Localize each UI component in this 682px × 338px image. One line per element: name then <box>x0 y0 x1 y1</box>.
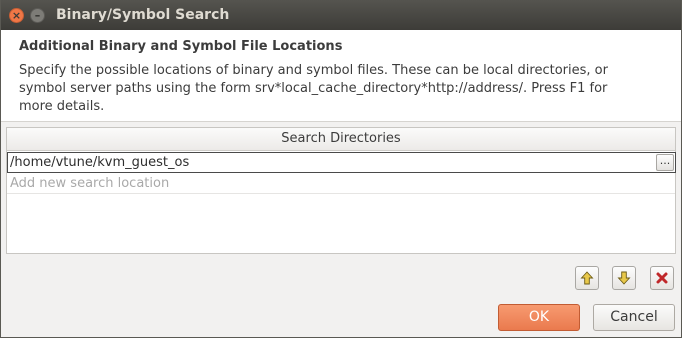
header-description: Specify the possible locations of binary… <box>19 62 659 116</box>
move-down-button[interactable] <box>612 266 636 290</box>
dialog-header: Additional Binary and Symbol File Locati… <box>1 30 681 122</box>
directory-path-input[interactable] <box>9 153 650 172</box>
remove-button[interactable] <box>650 266 674 290</box>
description-line: more details. <box>19 99 105 114</box>
table-row[interactable]: ... <box>7 152 676 173</box>
remove-icon <box>656 272 668 284</box>
minimize-icon[interactable]: – <box>30 8 45 23</box>
browse-button[interactable]: ... <box>656 154 674 171</box>
search-directories-table: Search Directories ... Add new search lo… <box>6 127 676 254</box>
move-up-button[interactable] <box>575 266 599 290</box>
description-line: Specify the possible locations of binary… <box>19 63 608 78</box>
cancel-button[interactable]: Cancel <box>593 304 675 331</box>
description-line: symbol server paths using the form srv*l… <box>19 81 608 96</box>
ok-button[interactable]: OK <box>498 304 580 331</box>
arrow-down-icon <box>617 271 631 285</box>
add-search-location-row[interactable]: Add new search location <box>7 173 675 194</box>
window-title: Binary/Symbol Search <box>56 7 230 23</box>
header-title: Additional Binary and Symbol File Locati… <box>19 39 343 54</box>
column-header-search-directories[interactable]: Search Directories <box>7 128 675 151</box>
arrow-up-icon <box>580 271 594 285</box>
title-bar: × – Binary/Symbol Search <box>1 0 681 30</box>
close-icon[interactable]: × <box>9 8 24 23</box>
dialog-window: × – Binary/Symbol Search Additional Bina… <box>0 0 682 338</box>
